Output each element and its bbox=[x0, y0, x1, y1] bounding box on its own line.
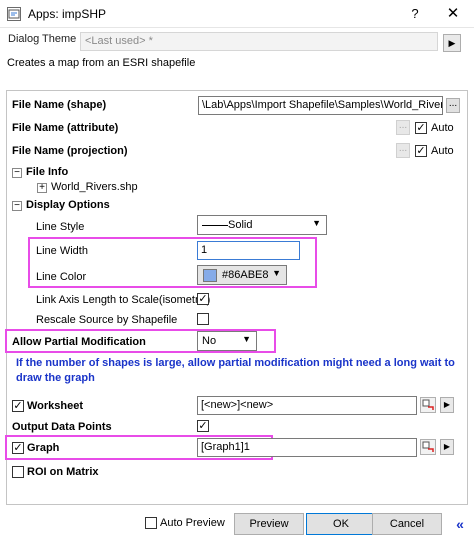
output-data-points-label: Output Data Points bbox=[12, 421, 112, 433]
theme-menu-button[interactable]: ▶ bbox=[443, 34, 461, 52]
dialog-theme-field[interactable]: <Last used> * bbox=[80, 32, 438, 51]
line-width-input[interactable]: 1 bbox=[197, 241, 300, 260]
partial-modification-note: If the number of shapes is large, allow … bbox=[16, 357, 455, 384]
rescale-label: Rescale Source by Shapefile bbox=[36, 314, 178, 326]
link-axis-label: Link Axis Length to Scale(isometric) bbox=[36, 294, 211, 306]
projection-auto-checkbox[interactable]: ✓ bbox=[415, 145, 427, 157]
preview-button[interactable]: Preview bbox=[234, 513, 304, 535]
line-style-value: Solid bbox=[228, 219, 253, 231]
worksheet-input[interactable]: [<new>]<new> bbox=[197, 396, 417, 415]
graph-picker-icon[interactable] bbox=[420, 439, 436, 455]
auto-preview-label: Auto Preview bbox=[160, 517, 225, 529]
file-name-attribute-label: File Name (attribute) bbox=[12, 122, 119, 134]
auto-preview-checkbox[interactable] bbox=[145, 517, 157, 529]
browse-attribute-button[interactable]: ... bbox=[396, 120, 410, 135]
dialog-description: Creates a map from an ESRI shapefile bbox=[7, 57, 196, 69]
attribute-auto-label: Auto bbox=[431, 122, 454, 134]
display-options-label: Display Options bbox=[26, 199, 110, 211]
output-data-points-checkbox[interactable]: ✓ bbox=[197, 420, 209, 432]
line-style-select[interactable]: Solid ▼ bbox=[197, 215, 327, 235]
roi-on-matrix-checkbox[interactable] bbox=[12, 466, 24, 478]
dialog-theme-label: Dialog Theme bbox=[8, 33, 77, 45]
file-name-shape-label: File Name (shape) bbox=[12, 99, 107, 111]
worksheet-menu-button[interactable]: ▶ bbox=[440, 397, 454, 413]
graph-checkbox[interactable]: ✓ bbox=[12, 442, 24, 454]
browse-projection-button[interactable]: ... bbox=[396, 143, 410, 158]
cancel-button[interactable]: Cancel bbox=[372, 513, 442, 535]
file-info-label: File Info bbox=[26, 166, 69, 178]
close-button[interactable]: ✕ bbox=[440, 4, 466, 24]
line-style-sample bbox=[202, 225, 228, 226]
app-icon bbox=[7, 7, 21, 21]
chevron-down-icon: ▼ bbox=[242, 334, 251, 344]
graph-input[interactable]: [Graph1]1 bbox=[197, 438, 417, 457]
file-name-projection-label: File Name (projection) bbox=[12, 145, 128, 157]
partial-modification-value: No bbox=[202, 335, 217, 347]
display-options-collapse-icon[interactable]: − bbox=[12, 201, 22, 211]
line-color-value: #86ABE8 bbox=[222, 269, 269, 281]
help-button[interactable]: ? bbox=[402, 4, 428, 24]
line-style-label: Line Style bbox=[36, 221, 85, 233]
file-info-item-expand-icon[interactable]: + bbox=[37, 183, 47, 193]
worksheet-picker-icon[interactable] bbox=[420, 397, 436, 413]
worksheet-label: Worksheet bbox=[27, 400, 84, 412]
graph-label: Graph bbox=[27, 442, 60, 454]
browse-shape-button[interactable]: ... bbox=[446, 98, 460, 113]
line-width-label: Line Width bbox=[36, 245, 88, 257]
partial-modification-select[interactable]: No ▼ bbox=[197, 331, 257, 351]
rescale-checkbox[interactable] bbox=[197, 313, 209, 325]
chevron-down-icon: ▼ bbox=[272, 268, 281, 278]
projection-auto-label: Auto bbox=[431, 145, 454, 157]
file-info-collapse-icon[interactable]: − bbox=[12, 168, 22, 178]
chevron-down-icon: ▼ bbox=[312, 218, 321, 228]
ok-button[interactable]: OK bbox=[306, 513, 376, 535]
link-axis-checkbox[interactable]: ✓ bbox=[197, 293, 209, 305]
file-name-shape-input[interactable]: \Lab\Apps\Import Shapefile\Samples\World… bbox=[198, 96, 443, 115]
window-title: Apps: impSHP bbox=[28, 7, 107, 21]
line-color-select[interactable]: #86ABE8 ▼ bbox=[197, 265, 287, 285]
line-color-label: Line Color bbox=[36, 271, 87, 283]
file-info-item: World_Rivers.shp bbox=[51, 181, 138, 193]
attribute-auto-checkbox[interactable]: ✓ bbox=[415, 122, 427, 134]
graph-menu-button[interactable]: ▶ bbox=[440, 439, 454, 455]
partial-modification-label: Allow Partial Modification bbox=[12, 336, 146, 348]
collapse-icon[interactable]: « bbox=[450, 514, 470, 534]
roi-on-matrix-label: ROI on Matrix bbox=[27, 466, 99, 478]
worksheet-checkbox[interactable]: ✓ bbox=[12, 400, 24, 412]
color-swatch bbox=[203, 269, 217, 282]
